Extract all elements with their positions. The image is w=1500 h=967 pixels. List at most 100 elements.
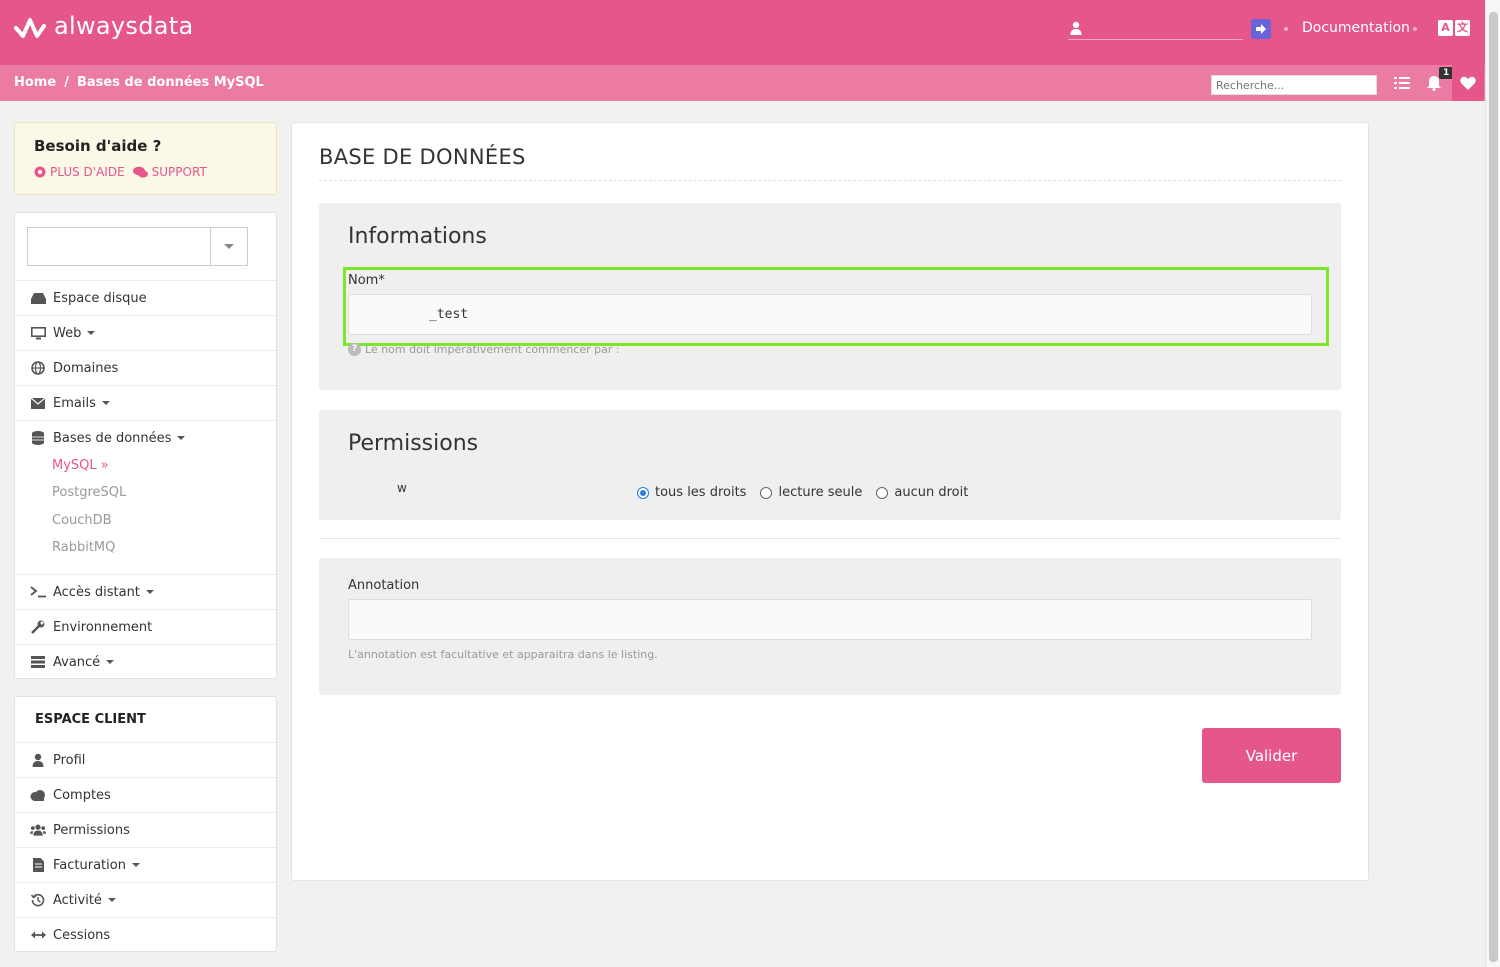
users-icon [30, 823, 46, 837]
support-label: SUPPORT [151, 165, 207, 179]
caret-down-icon [101, 401, 110, 405]
sidebar-item-domaines[interactable]: Domaines [15, 350, 276, 385]
scrollbar-thumb[interactable] [1489, 12, 1498, 962]
sidebar-item-label: Bases de données [53, 430, 172, 446]
caret-down-icon [106, 660, 115, 664]
radio-label: tous les droits [655, 485, 747, 500]
sidebar-subitem-couchdb[interactable]: CouchDB [52, 513, 112, 528]
sidebar-item-facturation[interactable]: Facturation [15, 847, 276, 882]
sidebar-item-avance[interactable]: Avancé [15, 644, 276, 679]
caret-down-icon [224, 244, 234, 249]
server-icon [30, 655, 46, 669]
sidebar-item-espace-disque[interactable]: Espace disque [15, 280, 276, 315]
caret-down-icon [87, 331, 96, 335]
annotation-section: Annotation L'annotation est facultative … [319, 558, 1341, 695]
sidebar-item-cessions[interactable]: Cessions [15, 917, 276, 952]
sidebar-item-bases-de-donnees[interactable]: Bases de données [15, 420, 276, 455]
help-links: PLUS D'AIDE SUPPORT [34, 165, 207, 179]
annotation-input[interactable] [348, 599, 1312, 640]
informations-title: Informations [348, 224, 487, 249]
sidebar-item-acces-distant[interactable]: Accès distant [15, 574, 276, 609]
top-bar: alwaysdata Documentation A 文 [0, 0, 1485, 65]
breadcrumb-home[interactable]: Home [14, 75, 56, 90]
sidebar-item-label: Web [53, 325, 82, 341]
account-selector[interactable] [27, 227, 248, 266]
caret-down-icon [177, 436, 186, 440]
sidebar-item-permissions[interactable]: Permissions [15, 812, 276, 847]
sidebar-item-label: Facturation [53, 857, 126, 873]
permissions-title: Permissions [348, 431, 479, 456]
informations-section: Informations Nom* _test ? Le nom doit im… [319, 203, 1341, 390]
separator-dot [1284, 27, 1288, 31]
submit-button[interactable]: Valider [1202, 728, 1341, 783]
radio-label: aucun droit [894, 485, 969, 500]
radio-unchecked-icon [876, 486, 889, 499]
hdd-icon [30, 291, 46, 305]
logout-button[interactable] [1251, 19, 1271, 39]
permissions-radio-group: tous les droits lecture seule aucun droi… [637, 485, 968, 500]
language-button[interactable]: A 文 [1438, 20, 1470, 36]
tasks-icon[interactable] [1394, 76, 1410, 90]
user-icon [30, 753, 46, 767]
search-input[interactable] [1211, 75, 1377, 95]
breadcrumb-current[interactable]: Bases de données MySQL [77, 75, 264, 90]
database-icon [30, 431, 46, 445]
sidebar-item-label: Emails [53, 395, 96, 411]
radio-no-rights[interactable]: aucun droit [876, 485, 968, 500]
annotation-label: Annotation [348, 578, 420, 593]
caret-down-icon [131, 863, 140, 867]
monitor-icon [30, 326, 46, 340]
sidebar-item-label: Activité [53, 892, 102, 908]
breadcrumb-separator: / [64, 75, 69, 90]
sidebar-item-activite[interactable]: Activité [15, 882, 276, 917]
favorite-button[interactable] [1452, 65, 1484, 101]
support-link[interactable]: SUPPORT [132, 165, 207, 179]
brand-name: alwaysdata [54, 12, 194, 40]
section-divider [319, 538, 1341, 539]
permission-user: w [397, 481, 407, 495]
globe-icon [30, 361, 46, 375]
radio-all-rights[interactable]: tous les droits [637, 485, 746, 500]
sidebar-item-emails[interactable]: Emails [15, 385, 276, 420]
sidebar-subitem-rabbitmq[interactable]: RabbitMQ [52, 540, 115, 555]
sidebar-item-profil[interactable]: Profil [15, 742, 276, 777]
sidebar-item-label: Avancé [53, 654, 101, 670]
selector-divider [210, 228, 211, 265]
sidebar-item-web[interactable]: Web [15, 315, 276, 350]
sidebar-item-label: Profil [53, 752, 86, 768]
documentation-link[interactable]: Documentation [1302, 20, 1410, 36]
sidebar-item-label: Comptes [53, 787, 111, 803]
comments-icon [132, 166, 148, 178]
sidebar-subitem-postgresql[interactable]: PostgreSQL [52, 485, 126, 500]
sidebar-item-environnement[interactable]: Environnement [15, 609, 276, 644]
annotation-hint: L'annotation est facultative et apparait… [348, 648, 658, 661]
user-menu[interactable] [1068, 18, 1243, 40]
lifebuoy-icon [34, 166, 46, 178]
permissions-section: Permissions w tous les droits lecture se… [319, 410, 1341, 520]
breadcrumb: Home / Bases de données MySQL [14, 75, 264, 90]
logo[interactable]: alwaysdata [14, 12, 193, 40]
separator-dot [1413, 27, 1417, 31]
invoice-icon [30, 858, 46, 872]
name-field-highlight [343, 267, 1329, 346]
radio-read-only[interactable]: lecture seule [760, 485, 862, 500]
more-help-link[interactable]: PLUS D'AIDE [34, 165, 125, 179]
envelope-icon [30, 396, 46, 410]
radio-label: lecture seule [778, 485, 863, 500]
sign-out-icon [1256, 24, 1266, 34]
title-divider [319, 180, 1341, 181]
caret-down-icon [107, 898, 116, 902]
question-icon: ? [348, 343, 361, 356]
history-icon [30, 893, 46, 907]
sidebar-item-label: Espace disque [53, 290, 147, 306]
terminal-icon [30, 585, 46, 599]
sidebar-subitem-mysql[interactable]: MySQL » [52, 458, 109, 473]
sidebar-item-label: Domaines [53, 360, 119, 376]
page-title: BASE DE DONNÉES [319, 145, 526, 169]
radio-unchecked-icon [760, 486, 773, 499]
sidebar-item-comptes[interactable]: Comptes [15, 777, 276, 812]
user-icon [1070, 21, 1082, 35]
scrollbar[interactable] [1485, 0, 1500, 967]
logo-icon [14, 18, 46, 38]
sidebar-item-label: Cessions [53, 927, 111, 943]
